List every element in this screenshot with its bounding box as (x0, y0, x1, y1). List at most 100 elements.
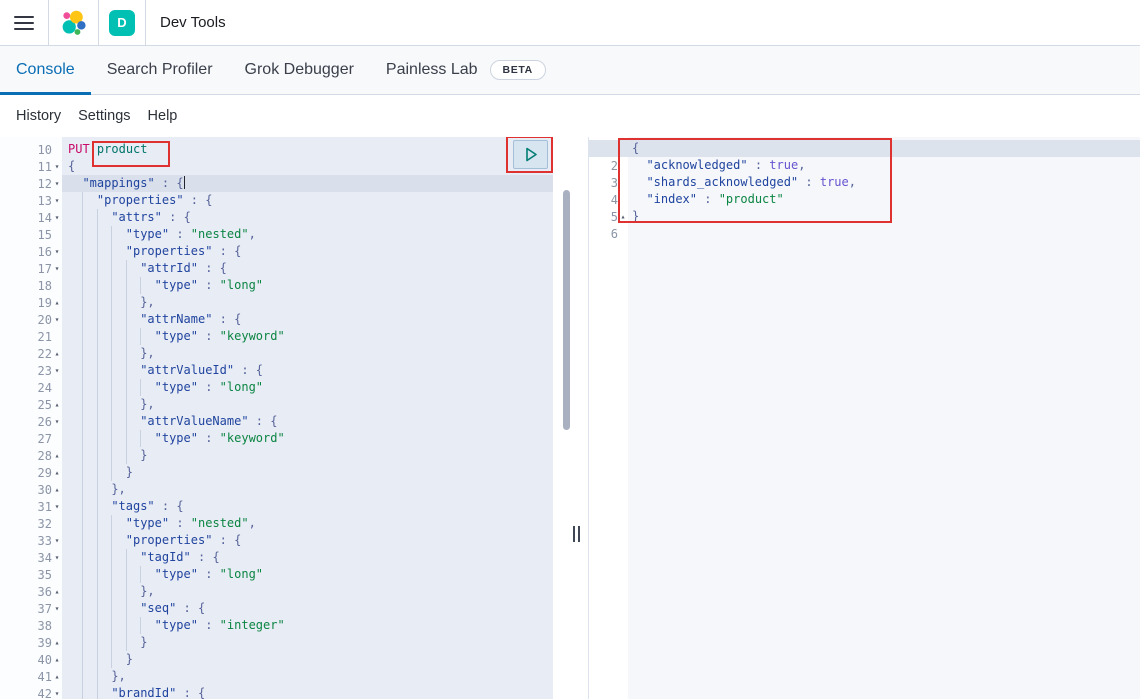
fold-arrow-icon[interactable]: ▴ (52, 668, 62, 685)
fold-arrow-icon[interactable]: ▾ (52, 175, 62, 192)
splitter-drag-handle[interactable] (573, 526, 580, 542)
fold-arrow-icon[interactable]: ▴ (52, 447, 62, 464)
gutter-cell: 10 (0, 141, 62, 158)
fold-arrow-icon[interactable]: ▾ (52, 243, 62, 260)
code-token: PUT (68, 142, 90, 156)
fold-arrow-icon[interactable]: ▾ (52, 209, 62, 226)
request-editor[interactable]: 91011▾12▾13▾14▾1516▾17▾1819▴20▾2122▴23▾2… (0, 137, 553, 699)
code-line[interactable]: "shards_acknowledged" : true, (628, 174, 1140, 191)
code-token: "attrValueName" (140, 414, 248, 428)
code-line[interactable] (628, 225, 1140, 242)
code-line[interactable]: "attrs" : { (62, 209, 553, 226)
space-selector[interactable]: D (99, 0, 145, 45)
help-menu-button[interactable]: Help (148, 108, 178, 124)
elastic-home-button[interactable] (49, 0, 98, 45)
code-line[interactable]: "acknowledged" : true, (628, 157, 1140, 174)
gutter-cell: 2 (589, 157, 628, 174)
send-request-button[interactable] (513, 140, 548, 169)
code-line[interactable]: "mappings" : { (62, 175, 553, 192)
tab-search-profiler[interactable]: Search Profiler (91, 46, 229, 94)
code-line[interactable]: } (628, 208, 1140, 225)
tab-painless-lab[interactable]: Painless Lab BETA (370, 46, 562, 94)
menu-hamburger-button[interactable] (0, 0, 48, 45)
response-output[interactable]: 1▾2345▴6 {"acknowledged" : true,"shards_… (589, 137, 1140, 699)
code-line[interactable]: PUT product (62, 141, 553, 158)
fold-arrow-icon[interactable]: ▾ (52, 311, 62, 328)
fold-arrow-icon[interactable]: ▴ (52, 464, 62, 481)
code-token: : { (212, 533, 241, 547)
code-line[interactable]: }, (62, 294, 553, 311)
gutter-cell: 5▴ (589, 208, 628, 225)
fold-arrow-icon[interactable]: ▴ (52, 481, 62, 498)
code-line[interactable]: "attrValueId" : { (62, 362, 553, 379)
fold-arrow-icon[interactable]: ▾ (52, 498, 62, 515)
fold-arrow-icon[interactable]: ▾ (52, 600, 62, 617)
code-line[interactable]: "type" : "integer" (62, 617, 553, 634)
fold-arrow-icon[interactable]: ▴ (52, 583, 62, 600)
code-line[interactable]: "attrName" : { (62, 311, 553, 328)
code-line[interactable]: "type" : "nested", (62, 226, 553, 243)
dev-tools-tab-bar: Console Search Profiler Grok Debugger Pa… (0, 46, 1140, 95)
code-line[interactable]: } (62, 634, 553, 651)
space-badge[interactable]: D (109, 10, 135, 36)
code-line[interactable]: { (628, 140, 1140, 157)
tab-grok-debugger[interactable]: Grok Debugger (229, 46, 370, 94)
response-code-area[interactable]: {"acknowledged" : true,"shards_acknowled… (628, 137, 1140, 699)
line-number: 35 (0, 568, 52, 582)
code-line[interactable]: }, (62, 396, 553, 413)
code-line[interactable]: "properties" : { (62, 532, 553, 549)
code-line[interactable]: "properties" : { (62, 192, 553, 209)
code-line[interactable]: "type" : "long" (62, 277, 553, 294)
fold-arrow-icon[interactable]: ▾ (52, 532, 62, 549)
fold-arrow-icon[interactable]: ▾ (52, 192, 62, 209)
code-line[interactable]: }, (62, 345, 553, 362)
code-token: } (126, 652, 133, 666)
fold-arrow-icon[interactable]: ▴ (52, 651, 62, 668)
history-menu-button[interactable]: History (16, 108, 61, 124)
fold-arrow-icon[interactable]: ▾ (52, 685, 62, 699)
code-line[interactable]: "type" : "nested", (62, 515, 553, 532)
tab-console[interactable]: Console (0, 46, 91, 94)
code-line[interactable]: "tagId" : { (62, 549, 553, 566)
code-line[interactable]: "type" : "keyword" (62, 430, 553, 447)
code-line[interactable]: "properties" : { (62, 243, 553, 260)
code-line[interactable]: "seq" : { (62, 600, 553, 617)
request-code-area[interactable]: PUT product{"mappings" : {"properties" :… (62, 137, 553, 699)
code-line[interactable]: }, (62, 481, 553, 498)
code-line[interactable]: { (62, 158, 553, 175)
fold-arrow-icon[interactable]: ▴ (52, 396, 62, 413)
settings-menu-button[interactable]: Settings (78, 108, 130, 124)
fold-arrow-icon[interactable]: ▴ (52, 345, 62, 362)
code-token: } (632, 209, 639, 223)
fold-arrow-icon[interactable]: ▾ (52, 413, 62, 430)
request-options-button[interactable] (551, 142, 553, 164)
fold-arrow-icon[interactable]: ▾ (52, 549, 62, 566)
fold-arrow-icon[interactable]: ▴ (618, 208, 628, 225)
code-line[interactable]: "type" : "keyword" (62, 328, 553, 345)
code-line[interactable]: "type" : "long" (62, 379, 553, 396)
code-line[interactable]: }, (62, 583, 553, 600)
fold-arrow-icon[interactable]: ▾ (52, 260, 62, 277)
code-token: : { (212, 244, 241, 258)
tab-search-profiler-label: Search Profiler (107, 61, 213, 79)
code-line[interactable]: "type" : "long" (62, 566, 553, 583)
request-editor-scrollbar[interactable] (563, 190, 570, 430)
fold-arrow-icon[interactable]: ▴ (52, 294, 62, 311)
code-line[interactable]: } (62, 464, 553, 481)
code-line[interactable]: } (62, 651, 553, 668)
code-token: : (198, 567, 220, 581)
fold-arrow-icon[interactable]: ▾ (52, 158, 62, 175)
code-line[interactable]: "attrId" : { (62, 260, 553, 277)
code-token: "nested" (191, 227, 249, 241)
gutter-cell: 28▴ (0, 447, 62, 464)
gutter-cell: 21 (0, 328, 62, 345)
fold-arrow-icon[interactable]: ▴ (52, 634, 62, 651)
code-line[interactable]: }, (62, 668, 553, 685)
code-line[interactable]: "tags" : { (62, 498, 553, 515)
code-token: "long" (220, 278, 263, 292)
fold-arrow-icon[interactable]: ▾ (52, 362, 62, 379)
code-line[interactable]: "brandId" : { (62, 685, 553, 699)
code-line[interactable]: "index" : "product" (628, 191, 1140, 208)
code-line[interactable]: } (62, 447, 553, 464)
code-line[interactable]: "attrValueName" : { (62, 413, 553, 430)
